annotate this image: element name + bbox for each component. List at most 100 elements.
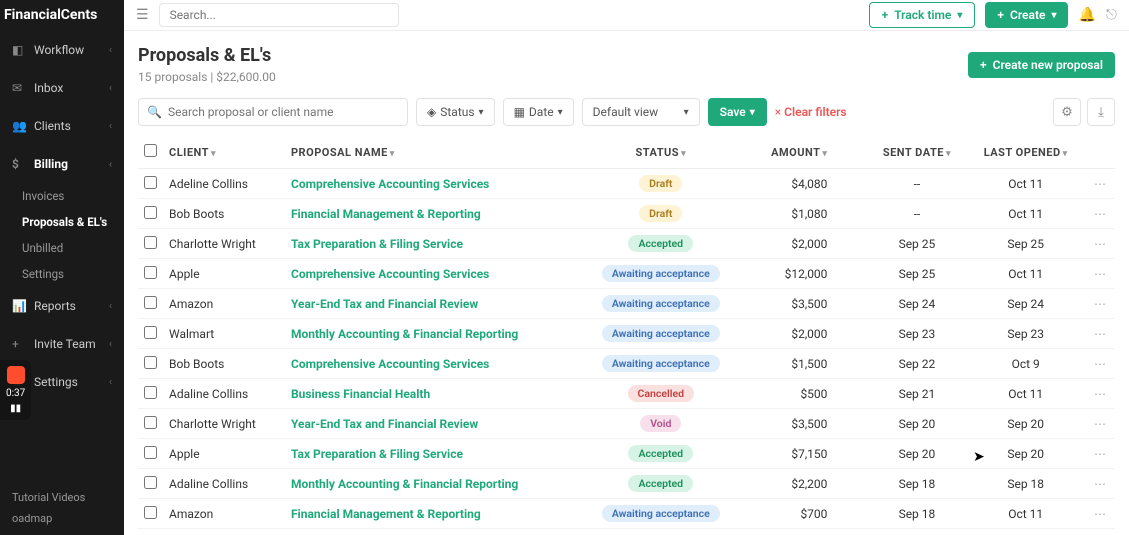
row-checkbox[interactable] bbox=[144, 296, 157, 309]
proposal-link[interactable]: Comprehensive Accounting Services bbox=[291, 267, 489, 281]
proposal-link[interactable]: Business Financial Health bbox=[291, 387, 430, 401]
status-badge: Accepted bbox=[628, 445, 693, 462]
sidebar-icon: ✉ bbox=[12, 81, 26, 95]
brand-logo: FinancialCents bbox=[0, 0, 124, 31]
page-title: Proposals & EL's bbox=[138, 45, 276, 66]
col-sent[interactable]: SENT DATE▾ bbox=[867, 136, 966, 169]
filter-search[interactable]: 🔍 bbox=[138, 98, 408, 126]
proposal-link[interactable]: Comprehensive Accounting Services bbox=[291, 357, 489, 371]
row-checkbox[interactable] bbox=[144, 416, 157, 429]
row-checkbox[interactable] bbox=[144, 176, 157, 189]
proposal-link[interactable]: Year-End Tax and Financial Review bbox=[291, 417, 478, 431]
bell-icon[interactable]: 🔔 bbox=[1078, 7, 1095, 23]
row-menu-button[interactable]: ⋯ bbox=[1085, 439, 1115, 469]
col-last[interactable]: LAST OPENED▾ bbox=[966, 136, 1085, 169]
cell-amount: $2,000 bbox=[741, 229, 867, 259]
sidebar-item-inbox[interactable]: ✉Inbox‹ bbox=[0, 69, 124, 107]
row-menu-button[interactable]: ⋯ bbox=[1085, 529, 1115, 535]
proposal-link[interactable]: Financial Management & Reporting bbox=[291, 507, 481, 521]
row-menu-button[interactable]: ⋯ bbox=[1085, 409, 1115, 439]
chevron-left-icon: ‹ bbox=[109, 45, 112, 56]
row-checkbox[interactable] bbox=[144, 476, 157, 489]
col-client[interactable]: CLIENT▾ bbox=[163, 136, 285, 169]
cell-client: Adaline Collins bbox=[163, 469, 285, 499]
cell-last: Oct 11 bbox=[966, 499, 1085, 529]
track-time-button[interactable]: +Track time▾ bbox=[869, 2, 976, 28]
row-menu-button[interactable]: ⋯ bbox=[1085, 349, 1115, 379]
row-menu-button[interactable]: ⋯ bbox=[1085, 319, 1115, 349]
pause-icon[interactable]: ▮▮ bbox=[10, 403, 21, 414]
table-row: Bob BootsComprehensive Accounting Servic… bbox=[138, 349, 1115, 379]
screen-recorder[interactable]: 0:37 ▮▮ bbox=[0, 360, 31, 420]
sidebar-item-invite-team[interactable]: +Invite Team‹ bbox=[0, 325, 124, 363]
record-icon bbox=[7, 366, 25, 384]
proposal-link[interactable]: Year-End Tax and Financial Review bbox=[291, 297, 478, 311]
global-search-input[interactable] bbox=[159, 3, 399, 27]
row-menu-button[interactable]: ⋯ bbox=[1085, 229, 1115, 259]
status-badge: Awaiting acceptance bbox=[602, 295, 720, 312]
filter-status[interactable]: ◈Status▾ bbox=[416, 98, 495, 126]
col-status[interactable]: STATUS▾ bbox=[581, 136, 742, 169]
row-menu-button[interactable]: ⋯ bbox=[1085, 499, 1115, 529]
settings-icon[interactable]: ⚙ bbox=[1053, 98, 1081, 126]
cell-sent: Sep 18 bbox=[867, 469, 966, 499]
table-row: WalmartMonthly Accounting & Financial Re… bbox=[138, 319, 1115, 349]
sidebar-item-workflow[interactable]: ◧Workflow‹ bbox=[0, 31, 124, 69]
col-amount[interactable]: AMOUNT▾ bbox=[741, 136, 867, 169]
row-menu-button[interactable]: ⋯ bbox=[1085, 199, 1115, 229]
row-checkbox[interactable] bbox=[144, 386, 157, 399]
save-button[interactable]: Save▾ bbox=[708, 98, 767, 126]
clear-filters-button[interactable]: × Clear filters bbox=[775, 105, 847, 119]
sort-icon: ▾ bbox=[390, 149, 395, 159]
row-checkbox[interactable] bbox=[144, 356, 157, 369]
cell-last: Oct 11 bbox=[966, 379, 1085, 409]
cell-sent: Sep 20 bbox=[867, 439, 966, 469]
cell-amount: $700 bbox=[741, 499, 867, 529]
filter-date[interactable]: ▦Date▾ bbox=[503, 98, 574, 126]
table-row: AmazonFinancial Management & ReportingAw… bbox=[138, 499, 1115, 529]
proposal-link[interactable]: Monthly Accounting & Financial Reporting bbox=[291, 477, 518, 491]
table-row: AppleTax Preparation & Filing ServiceAcc… bbox=[138, 439, 1115, 469]
download-icon[interactable]: ⤓ bbox=[1087, 98, 1115, 126]
row-checkbox[interactable] bbox=[144, 206, 157, 219]
sidebar-item-billing[interactable]: $Billing‹ bbox=[0, 145, 124, 183]
row-menu-button[interactable]: ⋯ bbox=[1085, 469, 1115, 499]
row-menu-button[interactable]: ⋯ bbox=[1085, 289, 1115, 319]
sort-icon: ▾ bbox=[946, 149, 951, 159]
cell-sent: Sep 12 bbox=[867, 529, 966, 535]
create-button[interactable]: +Create▾ bbox=[985, 2, 1068, 28]
proposal-link[interactable]: Financial Management & Reporting bbox=[291, 207, 481, 221]
chevron-left-icon: ‹ bbox=[109, 301, 112, 312]
menu-icon[interactable]: ☰ bbox=[136, 7, 149, 23]
row-checkbox[interactable] bbox=[144, 326, 157, 339]
row-checkbox[interactable] bbox=[144, 266, 157, 279]
proposal-link[interactable]: Comprehensive Accounting Services bbox=[291, 177, 489, 191]
proposal-link[interactable]: Tax Preparation & Filing Service bbox=[291, 447, 463, 461]
proposal-link[interactable]: Tax Preparation & Filing Service bbox=[291, 237, 463, 251]
roadmap-link[interactable]: oadmap bbox=[12, 512, 112, 525]
logout-icon[interactable]: ⎋ bbox=[1106, 7, 1117, 23]
view-selector[interactable]: Default view▾ bbox=[582, 98, 700, 126]
plus-icon: + bbox=[997, 8, 1004, 22]
row-menu-button[interactable]: ⋯ bbox=[1085, 259, 1115, 289]
row-menu-button[interactable]: ⋯ bbox=[1085, 169, 1115, 199]
select-all-checkbox[interactable] bbox=[144, 144, 157, 157]
sidebar-sub-settings[interactable]: Settings bbox=[0, 261, 124, 287]
row-menu-button[interactable]: ⋯ bbox=[1085, 379, 1115, 409]
sidebar-sub-invoices[interactable]: Invoices bbox=[0, 183, 124, 209]
sidebar-item-reports[interactable]: 📊Reports‹ bbox=[0, 287, 124, 325]
sidebar-sub-unbilled[interactable]: Unbilled bbox=[0, 235, 124, 261]
row-checkbox[interactable] bbox=[144, 506, 157, 519]
sidebar-sub-proposals-el-s[interactable]: Proposals & EL's bbox=[0, 209, 124, 235]
col-proposal[interactable]: PROPOSAL NAME▾ bbox=[285, 136, 581, 169]
tutorial-videos-link[interactable]: Tutorial Videos bbox=[12, 491, 112, 504]
proposal-link[interactable]: Monthly Accounting & Financial Reporting bbox=[291, 327, 518, 341]
status-badge: Awaiting acceptance bbox=[602, 505, 720, 522]
sidebar-item-clients[interactable]: 👥Clients‹ bbox=[0, 107, 124, 145]
row-checkbox[interactable] bbox=[144, 446, 157, 459]
create-new-proposal-button[interactable]: +Create new proposal bbox=[968, 52, 1115, 78]
filter-search-input[interactable] bbox=[168, 105, 399, 119]
record-time: 0:37 bbox=[6, 388, 25, 399]
row-checkbox[interactable] bbox=[144, 236, 157, 249]
sort-icon: ▾ bbox=[822, 149, 827, 159]
